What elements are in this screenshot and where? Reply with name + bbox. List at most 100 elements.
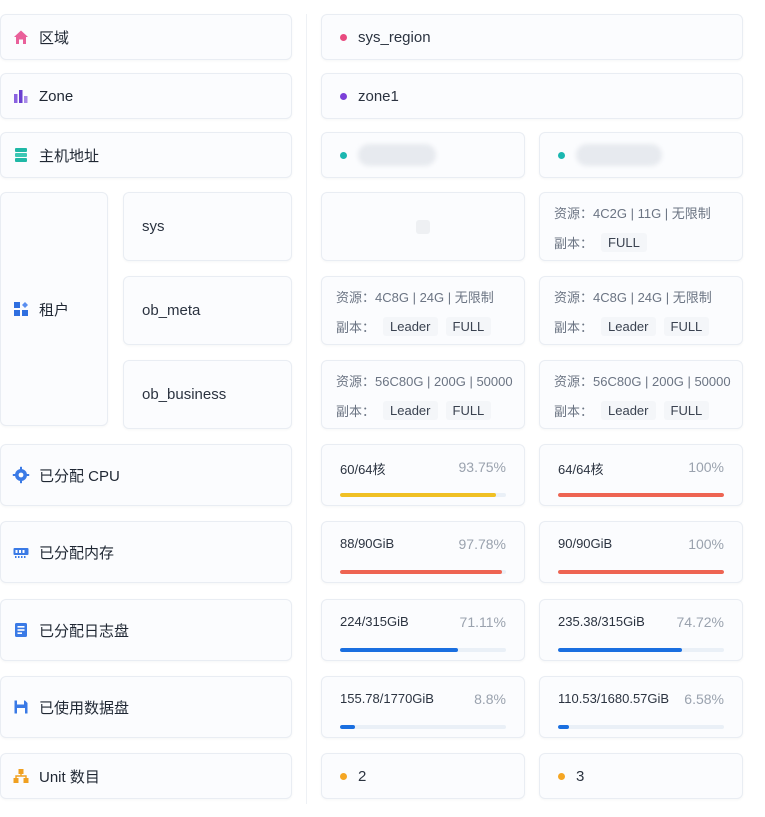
- tenant-name-ob-business[interactable]: ob_business: [123, 360, 292, 429]
- zone-dot: [340, 92, 347, 100]
- tenant-name-label: sys: [142, 218, 165, 235]
- tenant-name-ob-meta[interactable]: ob_meta: [123, 276, 292, 345]
- replica-tag: FULL: [601, 233, 647, 252]
- progress-fill: [340, 570, 503, 574]
- host-value-cell-2: [539, 132, 743, 178]
- tenant-ob-business-server-2: 资源：56C80G | 200G | 50000 副本： Leader FULL: [539, 360, 743, 429]
- replica-tag: FULL: [445, 317, 492, 336]
- tenant-label-cell: 租户: [0, 192, 108, 426]
- unit-value-cell-2: 3: [539, 753, 743, 799]
- replica-tag: FULL: [663, 401, 710, 420]
- region-dot: [340, 33, 347, 41]
- tenant-label: 租户: [39, 301, 70, 319]
- unit-value: 2: [358, 767, 367, 785]
- progress-fill: [340, 493, 496, 497]
- cpu-progress-bar: [558, 493, 724, 497]
- unit-dot: [340, 772, 347, 780]
- resource-label: 资源：: [336, 374, 376, 389]
- cpu-label: 已分配 CPU: [39, 467, 120, 485]
- tenant-ob-meta-server-1: 资源：4C8G | 24G | 无限制 副本： Leader FULL: [321, 276, 525, 345]
- replica-tag: Leader: [383, 401, 438, 420]
- log-disk-value: 235.38/315GiB: [558, 614, 645, 629]
- log-disk-percent: 74.72%: [676, 614, 724, 630]
- host-dot: [558, 151, 565, 159]
- data-disk-metric-server-1: 155.78/1770GiB 8.8%: [321, 676, 525, 738]
- data-disk-progress-bar: [340, 725, 506, 729]
- memory-metric-server-2: 90/90GiB 100%: [539, 521, 743, 583]
- save-disk-icon: [11, 697, 31, 717]
- memory-value: 88/90GiB: [340, 536, 395, 551]
- replica-tag: FULL: [445, 401, 492, 420]
- progress-fill: [558, 648, 683, 652]
- data-disk-value: 110.53/1680.57GiB: [558, 691, 670, 706]
- data-disk-label: 已使用数据盘: [39, 699, 130, 717]
- host-label-cell: 主机地址: [0, 132, 292, 178]
- memory-percent: 97.78%: [458, 536, 506, 552]
- hierarchy-icon: [11, 766, 31, 786]
- cpu-percent: 100%: [688, 459, 724, 475]
- cpu-progress-bar: [340, 493, 506, 497]
- home-icon: [11, 27, 31, 47]
- log-disk-metric-server-1: 224/315GiB 71.11%: [321, 599, 525, 661]
- host-dot: [340, 151, 347, 159]
- cpu-metric-server-2: 64/64核 100%: [539, 444, 743, 506]
- progress-fill: [558, 493, 724, 497]
- tenant-ob-business-server-1: 资源：56C80G | 200G | 50000 副本： Leader FULL: [321, 360, 525, 429]
- progress-fill: [558, 725, 569, 729]
- tenant-ob-meta-server-2: 资源：4C8G | 24G | 无限制 副本： Leader FULL: [539, 276, 743, 345]
- cpu-value: 60/64核: [340, 462, 386, 477]
- log-disk-progress-bar: [340, 648, 506, 652]
- log-disk-progress-bar: [558, 648, 724, 652]
- data-disk-label-cell: 已使用数据盘: [0, 676, 292, 738]
- log-disk-label: 已分配日志盘: [39, 622, 130, 640]
- host-address-redacted: [358, 144, 436, 166]
- replica-tag: FULL: [663, 317, 710, 336]
- tenant-sys-server-2: 资源：4C2G | 11G | 无限制 副本： FULL: [539, 192, 743, 261]
- unit-label-cell: Unit 数目: [0, 753, 292, 799]
- unit-value-cell-1: 2: [321, 753, 525, 799]
- cpu-percent: 93.75%: [458, 459, 506, 475]
- replica-tag: Leader: [601, 401, 656, 420]
- resource-value: 4C8G | 24G | 无限制: [375, 290, 494, 305]
- tenant-name-label: ob_meta: [142, 302, 201, 319]
- log-disk-label-cell: 已分配日志盘: [0, 599, 292, 661]
- memory-icon: [11, 542, 31, 562]
- resource-label: 资源：: [554, 206, 594, 221]
- replica-label: 副本：: [336, 320, 376, 335]
- zone-value: zone1: [358, 87, 399, 105]
- bar-chart-icon: [11, 86, 31, 106]
- host-value-cell-1: [321, 132, 525, 178]
- resource-label: 资源：: [336, 290, 376, 305]
- unit-dot: [558, 772, 565, 780]
- host-label: 主机地址: [39, 147, 100, 165]
- unit-value: 3: [576, 767, 585, 785]
- data-disk-metric-server-2: 110.53/1680.57GiB 6.58%: [539, 676, 743, 738]
- tenant-name-sys[interactable]: sys: [123, 192, 292, 261]
- zone-label-cell: Zone: [0, 73, 292, 119]
- resource-value: 56C80G | 200G | 50000: [593, 374, 731, 389]
- replica-label: 副本：: [336, 404, 376, 419]
- zone-label: Zone: [39, 87, 74, 105]
- log-disk-percent: 71.11%: [459, 614, 506, 630]
- region-value: sys_region: [358, 28, 431, 46]
- progress-fill: [340, 725, 355, 729]
- resource-value: 4C2G | 11G | 无限制: [593, 206, 711, 221]
- replica-label: 副本：: [554, 320, 594, 335]
- resource-value: 56C80G | 200G | 50000: [375, 374, 513, 389]
- tenant-sys-server-1-empty: [321, 192, 525, 261]
- replica-tag: Leader: [383, 317, 438, 336]
- replica-label: 副本：: [554, 404, 594, 419]
- data-disk-progress-bar: [558, 725, 724, 729]
- grid-apps-icon: [11, 299, 31, 319]
- resource-value: 4C8G | 24G | 无限制: [593, 290, 712, 305]
- cpu-metric-server-1: 60/64核 93.75%: [321, 444, 525, 506]
- data-disk-percent: 8.8%: [474, 691, 506, 707]
- region-value-cell: sys_region: [321, 14, 743, 60]
- log-disk-metric-server-2: 235.38/315GiB 74.72%: [539, 599, 743, 661]
- replica-tag: Leader: [601, 317, 656, 336]
- log-disk-value: 224/315GiB: [340, 614, 409, 629]
- memory-progress-bar: [558, 570, 724, 574]
- region-label-cell: 区域: [0, 14, 292, 60]
- empty-placeholder: [416, 219, 430, 234]
- log-disk-icon: [11, 620, 31, 640]
